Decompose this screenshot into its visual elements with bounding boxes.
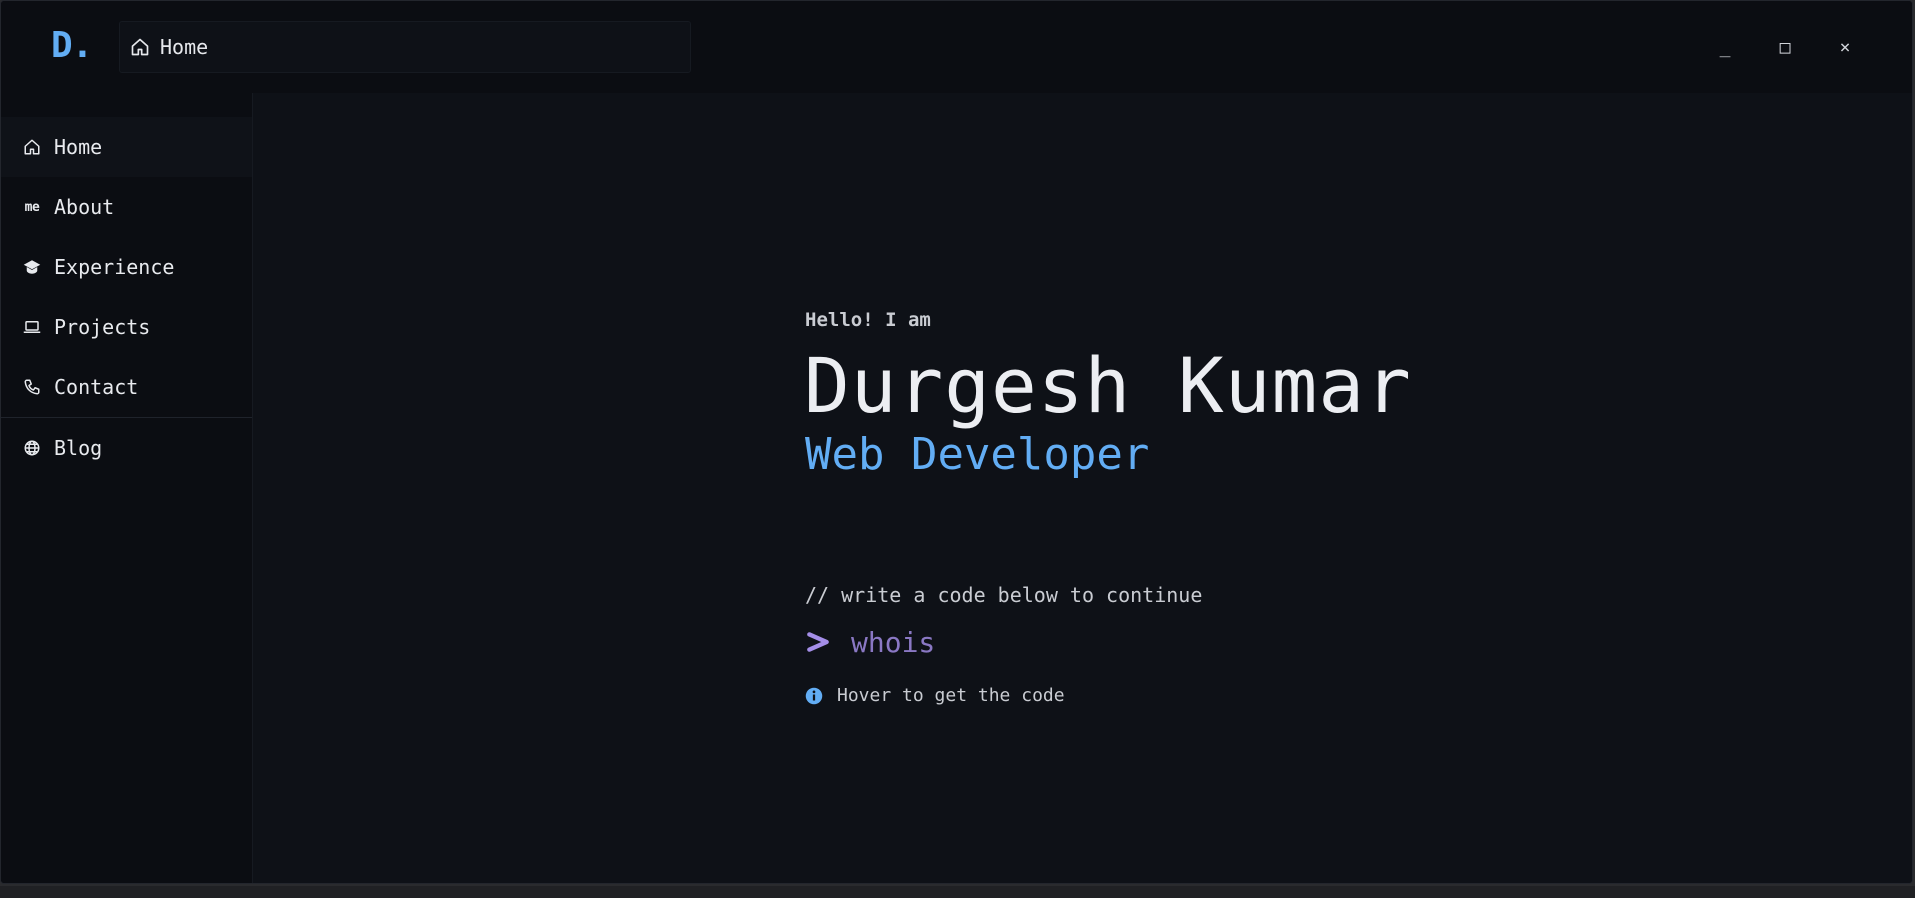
close-button[interactable]: ×: [1823, 25, 1867, 69]
sidebar-item-contact[interactable]: Contact: [1, 357, 252, 417]
prompt-chevron-icon: [805, 629, 831, 655]
sidebar-item-label: Blog: [54, 436, 103, 460]
hero-name: Durgesh Kumar: [804, 341, 1412, 430]
info-hint[interactable]: Hover to get the code: [805, 685, 1065, 706]
app-window: D. Home _ □ × Home me About Experience P…: [0, 0, 1913, 884]
maximize-icon: □: [1779, 36, 1791, 58]
code-hint: // write a code below to continue: [805, 583, 1203, 607]
logo[interactable]: D.: [51, 25, 93, 66]
globe-icon: [22, 438, 42, 458]
minimize-button[interactable]: _: [1703, 25, 1747, 69]
tab-home[interactable]: Home: [119, 21, 691, 73]
sidebar-item-projects[interactable]: Projects: [1, 297, 252, 357]
greeting: Hello! I am: [805, 309, 931, 331]
sidebar-item-label: About: [54, 195, 115, 219]
command-input[interactable]: [851, 625, 1271, 659]
sidebar-item-label: Home: [54, 135, 103, 159]
home-icon: [22, 137, 42, 157]
taskbar-strip: [0, 886, 1915, 898]
graduation-cap-icon: [22, 257, 42, 277]
tab-label: Home: [160, 35, 209, 59]
sidebar-item-blog[interactable]: Blog: [1, 418, 252, 478]
info-icon: [805, 687, 823, 704]
sidebar-item-label: Contact: [54, 375, 139, 399]
command-prompt: [805, 621, 1271, 663]
sidebar: Home me About Experience Projects Contac…: [1, 93, 253, 883]
sidebar-item-home[interactable]: Home: [1, 117, 252, 177]
maximize-button[interactable]: □: [1763, 25, 1807, 69]
laptop-icon: [22, 317, 42, 337]
me-icon: me: [24, 199, 40, 215]
close-icon: ×: [1839, 36, 1851, 58]
sidebar-item-experience[interactable]: Experience: [1, 237, 252, 297]
info-text: Hover to get the code: [837, 685, 1065, 706]
title-bar: D. Home _ □ ×: [1, 1, 1912, 93]
sidebar-item-label: Experience: [54, 255, 175, 279]
sidebar-item-label: Projects: [54, 315, 151, 339]
hero-role: Web Developer: [805, 429, 1150, 480]
main-content: Hello! I am Durgesh Kumar Web Developer …: [254, 93, 1912, 883]
minimize-icon: _: [1719, 36, 1731, 58]
phone-icon: [22, 377, 42, 397]
sidebar-item-about[interactable]: me About: [1, 177, 252, 237]
home-icon: [131, 38, 149, 56]
